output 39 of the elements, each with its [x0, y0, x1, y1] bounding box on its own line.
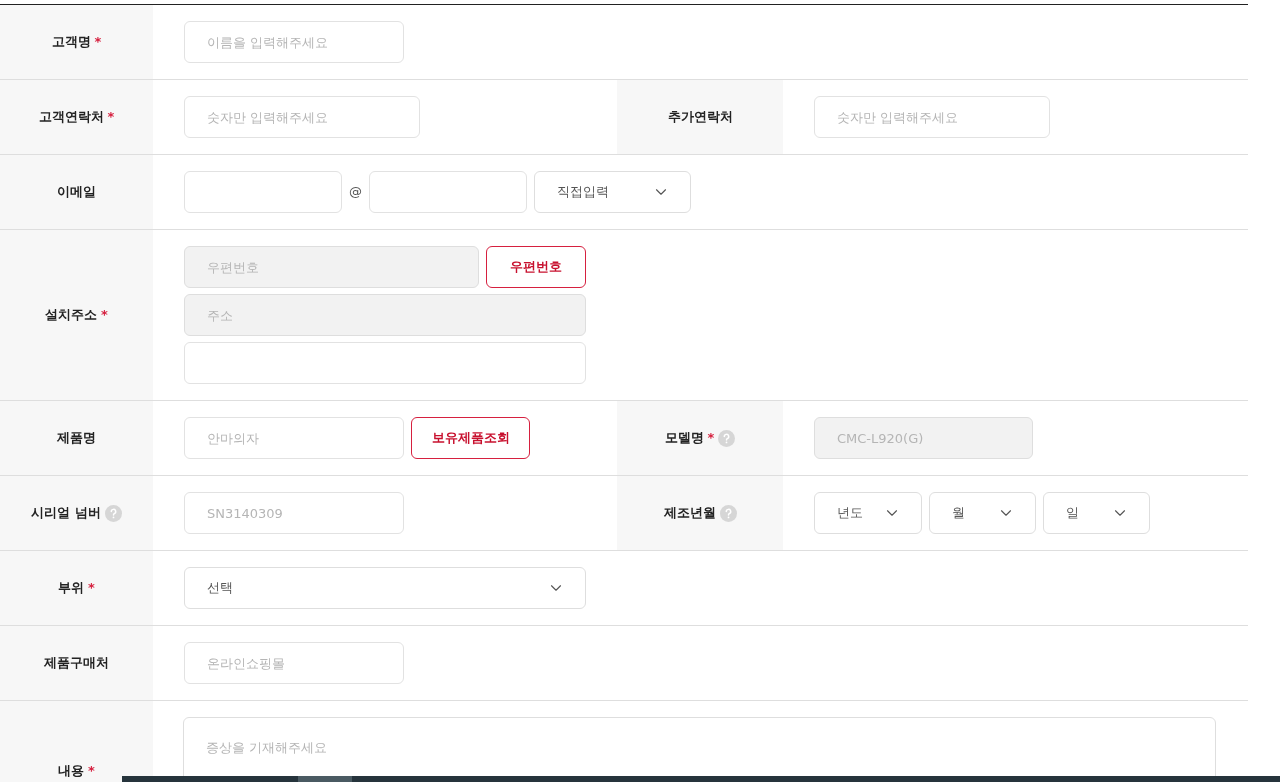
- field-label: 고객연락처: [38, 108, 104, 127]
- required-mark: *: [88, 761, 95, 780]
- field-label: 제품명: [57, 429, 96, 448]
- field-label: 시리얼 넘버: [31, 504, 101, 523]
- action-button[interactable]: 우편번호: [486, 246, 586, 288]
- select-dropdown[interactable]: 일: [1043, 492, 1150, 534]
- field-label: 내용: [58, 761, 85, 780]
- input-field[interactable]: [369, 171, 527, 213]
- input-field[interactable]: 안마의자: [184, 417, 404, 459]
- field-label: 추가연락처: [667, 108, 733, 127]
- input-field[interactable]: [184, 342, 586, 384]
- field-label: 제품구매처: [44, 654, 109, 673]
- field-label: 고객명: [51, 33, 91, 52]
- input-field[interactable]: 이름을 입력해주세요: [184, 21, 404, 63]
- required-mark: *: [101, 306, 108, 325]
- required-mark: *: [88, 579, 95, 598]
- select-dropdown[interactable]: 직접입력: [534, 171, 691, 213]
- field-label: 부위: [58, 579, 85, 598]
- field-label: 설치주소: [45, 306, 98, 325]
- help-icon[interactable]: [718, 429, 736, 447]
- input-field[interactable]: 숫자만 입력해주세요: [814, 96, 1050, 138]
- field-label: 이메일: [57, 183, 96, 202]
- input-field[interactable]: SN3140309: [184, 492, 404, 534]
- select-dropdown[interactable]: 선택: [184, 567, 586, 609]
- action-button[interactable]: 보유제품조회: [411, 417, 530, 459]
- input-field[interactable]: 숫자만 입력해주세요: [184, 96, 420, 138]
- select-dropdown[interactable]: 월: [929, 492, 1036, 534]
- input-field[interactable]: [184, 171, 342, 213]
- field-label: 모델명: [664, 429, 704, 448]
- help-icon[interactable]: [104, 504, 122, 522]
- help-icon[interactable]: [719, 504, 737, 522]
- horizontal-scrollbar[interactable]: [122, 776, 1280, 782]
- input-field[interactable]: 온라인쇼핑몰: [184, 642, 404, 684]
- select-dropdown[interactable]: 년도: [814, 492, 922, 534]
- required-mark: *: [707, 429, 715, 448]
- required-mark: *: [94, 33, 102, 52]
- required-mark: *: [107, 108, 115, 127]
- field-label: 제조년월: [663, 504, 716, 523]
- at-sign: @: [349, 183, 362, 202]
